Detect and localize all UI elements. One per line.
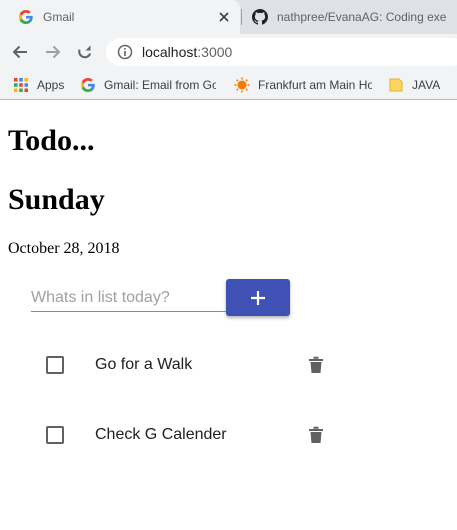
- tab-strip: Gmail nathpree/EvanaAG: Coding exe: [0, 0, 457, 34]
- url-port: :3000: [197, 44, 233, 60]
- address-url: localhost:3000: [142, 44, 232, 60]
- trash-icon[interactable]: [306, 424, 326, 446]
- info-icon[interactable]: [117, 44, 133, 60]
- url-host: localhost: [142, 44, 198, 60]
- bookmark-label: JAVA: [412, 77, 441, 92]
- back-button[interactable]: [8, 40, 32, 64]
- forward-button[interactable]: [41, 40, 65, 64]
- browser-toolbar: localhost:3000: [0, 34, 457, 70]
- bookmark-label: Gmail: Email from Go: [104, 77, 216, 92]
- bookmarks-bar: Apps Gmail: Email from Go Frankfurt am M…: [0, 70, 457, 100]
- todo-item: Go for a Walk: [0, 345, 457, 385]
- todo-label: Check G Calender: [95, 426, 227, 443]
- github-icon: [252, 9, 268, 25]
- google-icon: [80, 77, 96, 93]
- tab-gmail[interactable]: Gmail: [0, 0, 240, 34]
- google-icon: [18, 9, 34, 25]
- bookmark-label: Apps: [37, 77, 65, 92]
- weather-icon: [234, 77, 250, 93]
- arrow-right-icon: [45, 44, 61, 60]
- bookmark-frankfurt[interactable]: Frankfurt am Main Ho: [234, 76, 372, 93]
- bookmark-label: Frankfurt am Main Ho: [258, 77, 372, 92]
- bookmark-java[interactable]: JAVA: [388, 76, 440, 93]
- folder-icon: [388, 77, 404, 93]
- add-todo-button[interactable]: [226, 279, 290, 316]
- tab-title: nathpree/EvanaAG: Coding exe: [277, 10, 447, 24]
- reload-icon: [77, 44, 93, 60]
- reload-button[interactable]: [73, 40, 97, 64]
- tab-title: Gmail: [43, 10, 75, 24]
- plus-icon: [250, 290, 266, 306]
- day-heading: Sunday: [8, 183, 105, 216]
- date-text: October 28, 2018: [8, 240, 120, 257]
- bookmark-gmail[interactable]: Gmail: Email from Go: [80, 76, 216, 93]
- todo-checkbox[interactable]: [46, 426, 64, 444]
- todo-item: Check G Calender: [0, 415, 457, 455]
- todo-label: Go for a Walk: [95, 356, 193, 373]
- bookmark-apps[interactable]: Apps: [13, 76, 64, 93]
- todo-input[interactable]: [31, 284, 227, 312]
- trash-icon[interactable]: [306, 354, 326, 376]
- page-title: Todo...: [8, 124, 95, 157]
- apps-grid-icon: [13, 77, 29, 93]
- address-bar[interactable]: localhost:3000: [106, 38, 457, 66]
- tab-github[interactable]: nathpree/EvanaAG: Coding exe: [242, 0, 457, 34]
- arrow-left-icon: [12, 44, 28, 60]
- close-tab-icon[interactable]: [216, 9, 232, 25]
- todo-checkbox[interactable]: [46, 356, 64, 374]
